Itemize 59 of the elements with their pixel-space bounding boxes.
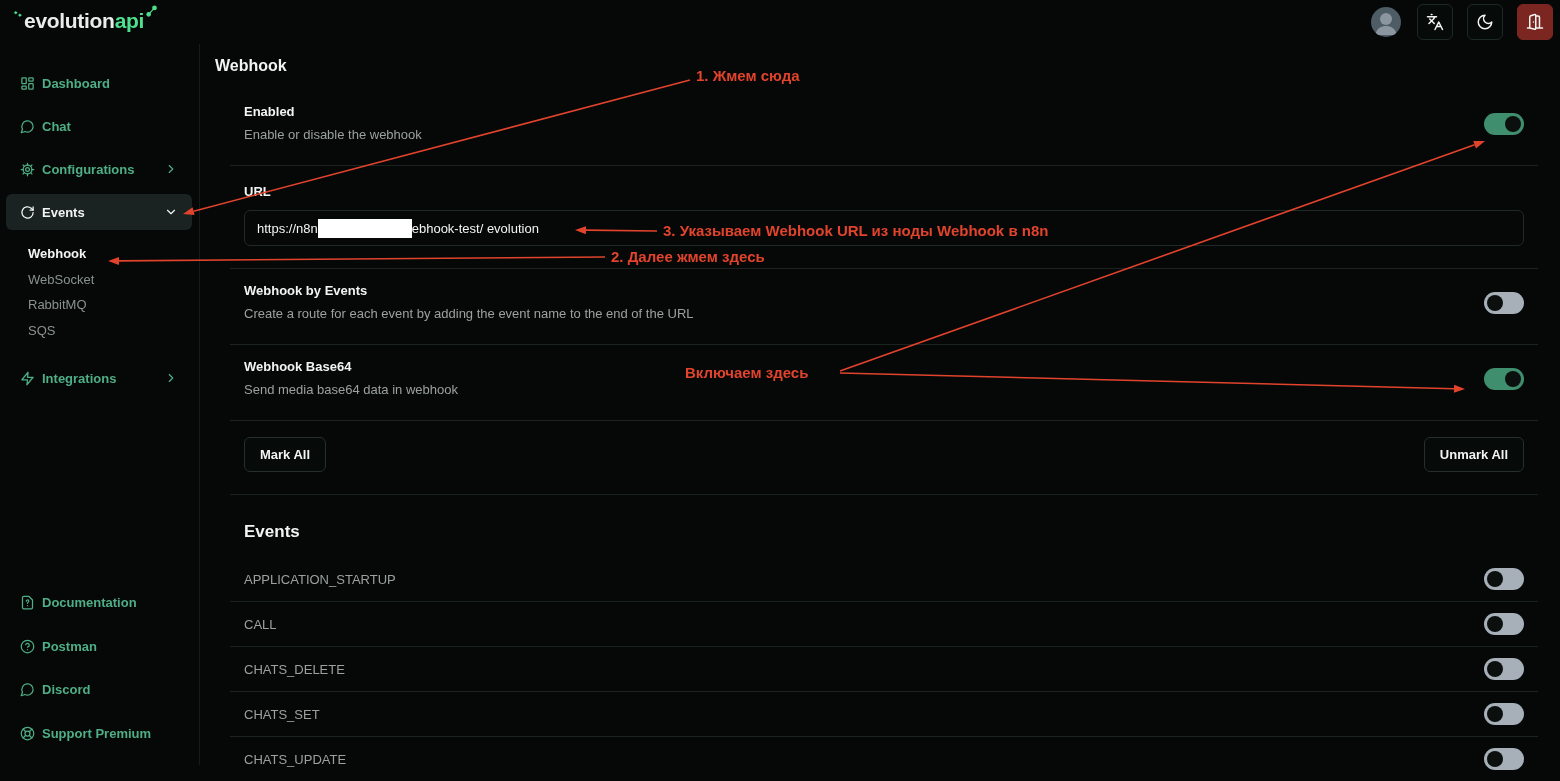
logo: evolutionapi <box>12 5 161 33</box>
translate-button[interactable] <box>1417 4 1453 40</box>
event-name: CALL <box>244 616 277 632</box>
event-name: CHATS_SET <box>244 706 320 722</box>
setting-title: Webhook by Events <box>244 282 369 300</box>
avatar-icon[interactable] <box>1371 7 1401 37</box>
event-name: APPLICATION_STARTUP <box>244 571 396 587</box>
nodes-icon <box>144 5 159 19</box>
submenu-item[interactable]: SQS <box>28 317 192 343</box>
settings-icon <box>20 161 35 177</box>
door-icon <box>1526 13 1544 31</box>
toggle-switch[interactable] <box>1484 613 1524 635</box>
event-name: CHATS_UPDATE <box>244 751 347 767</box>
submenu-item[interactable]: Webhook <box>28 241 192 267</box>
logout-button[interactable] <box>1517 4 1553 40</box>
toggle-switch[interactable] <box>1484 748 1524 770</box>
nav-item[interactable]: Events <box>6 194 192 230</box>
nav-item[interactable]: Dashboard <box>6 65 192 101</box>
toggle-switch[interactable] <box>1484 703 1524 725</box>
nav-item[interactable]: Chat <box>6 108 192 144</box>
submenu-item[interactable]: RabbitMQ <box>28 292 192 318</box>
url-text: ebhook-test/ evolution <box>411 220 539 236</box>
grid-icon <box>20 75 35 91</box>
annotation-text: 2. Далее жмем здесь <box>611 247 765 267</box>
unmark-all-button[interactable]: Unmark All <box>1423 437 1524 472</box>
nav-item[interactable]: Postman <box>6 628 192 664</box>
mark-all-button[interactable]: Mark All <box>244 437 327 472</box>
submenu-item[interactable]: WebSocket <box>28 266 192 292</box>
lightning-icon <box>20 370 35 386</box>
toggle-switch[interactable] <box>1484 658 1524 680</box>
chat-bubble-icon <box>20 118 35 134</box>
nav-item[interactable]: Documentation <box>6 584 192 621</box>
setting-title: Enabled <box>244 103 296 121</box>
lifebuoy-icon <box>20 725 35 741</box>
setting-title: Webhook Base64 <box>244 358 353 376</box>
moon-icon <box>1476 13 1494 31</box>
setting-description: Create a route for each event by adding the event name to the end of the URL <box>244 305 694 323</box>
document-icon <box>20 595 35 610</box>
refresh-icon <box>20 204 35 220</box>
event-name: CHATS_DELETE <box>244 661 345 677</box>
toggle-switch[interactable] <box>1484 112 1524 135</box>
toggle-switch[interactable] <box>1484 568 1524 590</box>
nav-item[interactable]: Integrations <box>6 360 192 396</box>
annotation-text: Включаем здесь <box>685 363 809 383</box>
help-icon <box>20 638 35 654</box>
setting-description: Send media base64 data in webhook <box>244 381 458 399</box>
section-title: Events <box>244 521 301 543</box>
toggle-switch[interactable] <box>1484 291 1524 314</box>
nav-item[interactable]: Support Premium <box>6 715 192 751</box>
chat-bubble-icon <box>20 682 35 697</box>
annotation-text: 1. Жмем сюда <box>696 66 800 86</box>
nav-item[interactable]: Configurations <box>6 151 192 187</box>
translate-icon <box>1426 13 1444 31</box>
setting-description: Enable or disable the webhook <box>244 126 422 144</box>
toggle-switch[interactable] <box>1484 367 1524 390</box>
nav-item[interactable]: Discord <box>6 671 192 708</box>
theme-button[interactable] <box>1467 4 1503 40</box>
annotation-text: 3. Указываем Webhook URL из ноды Webhook в n8n <box>663 221 1049 241</box>
url-text: https://n8n <box>257 220 318 236</box>
